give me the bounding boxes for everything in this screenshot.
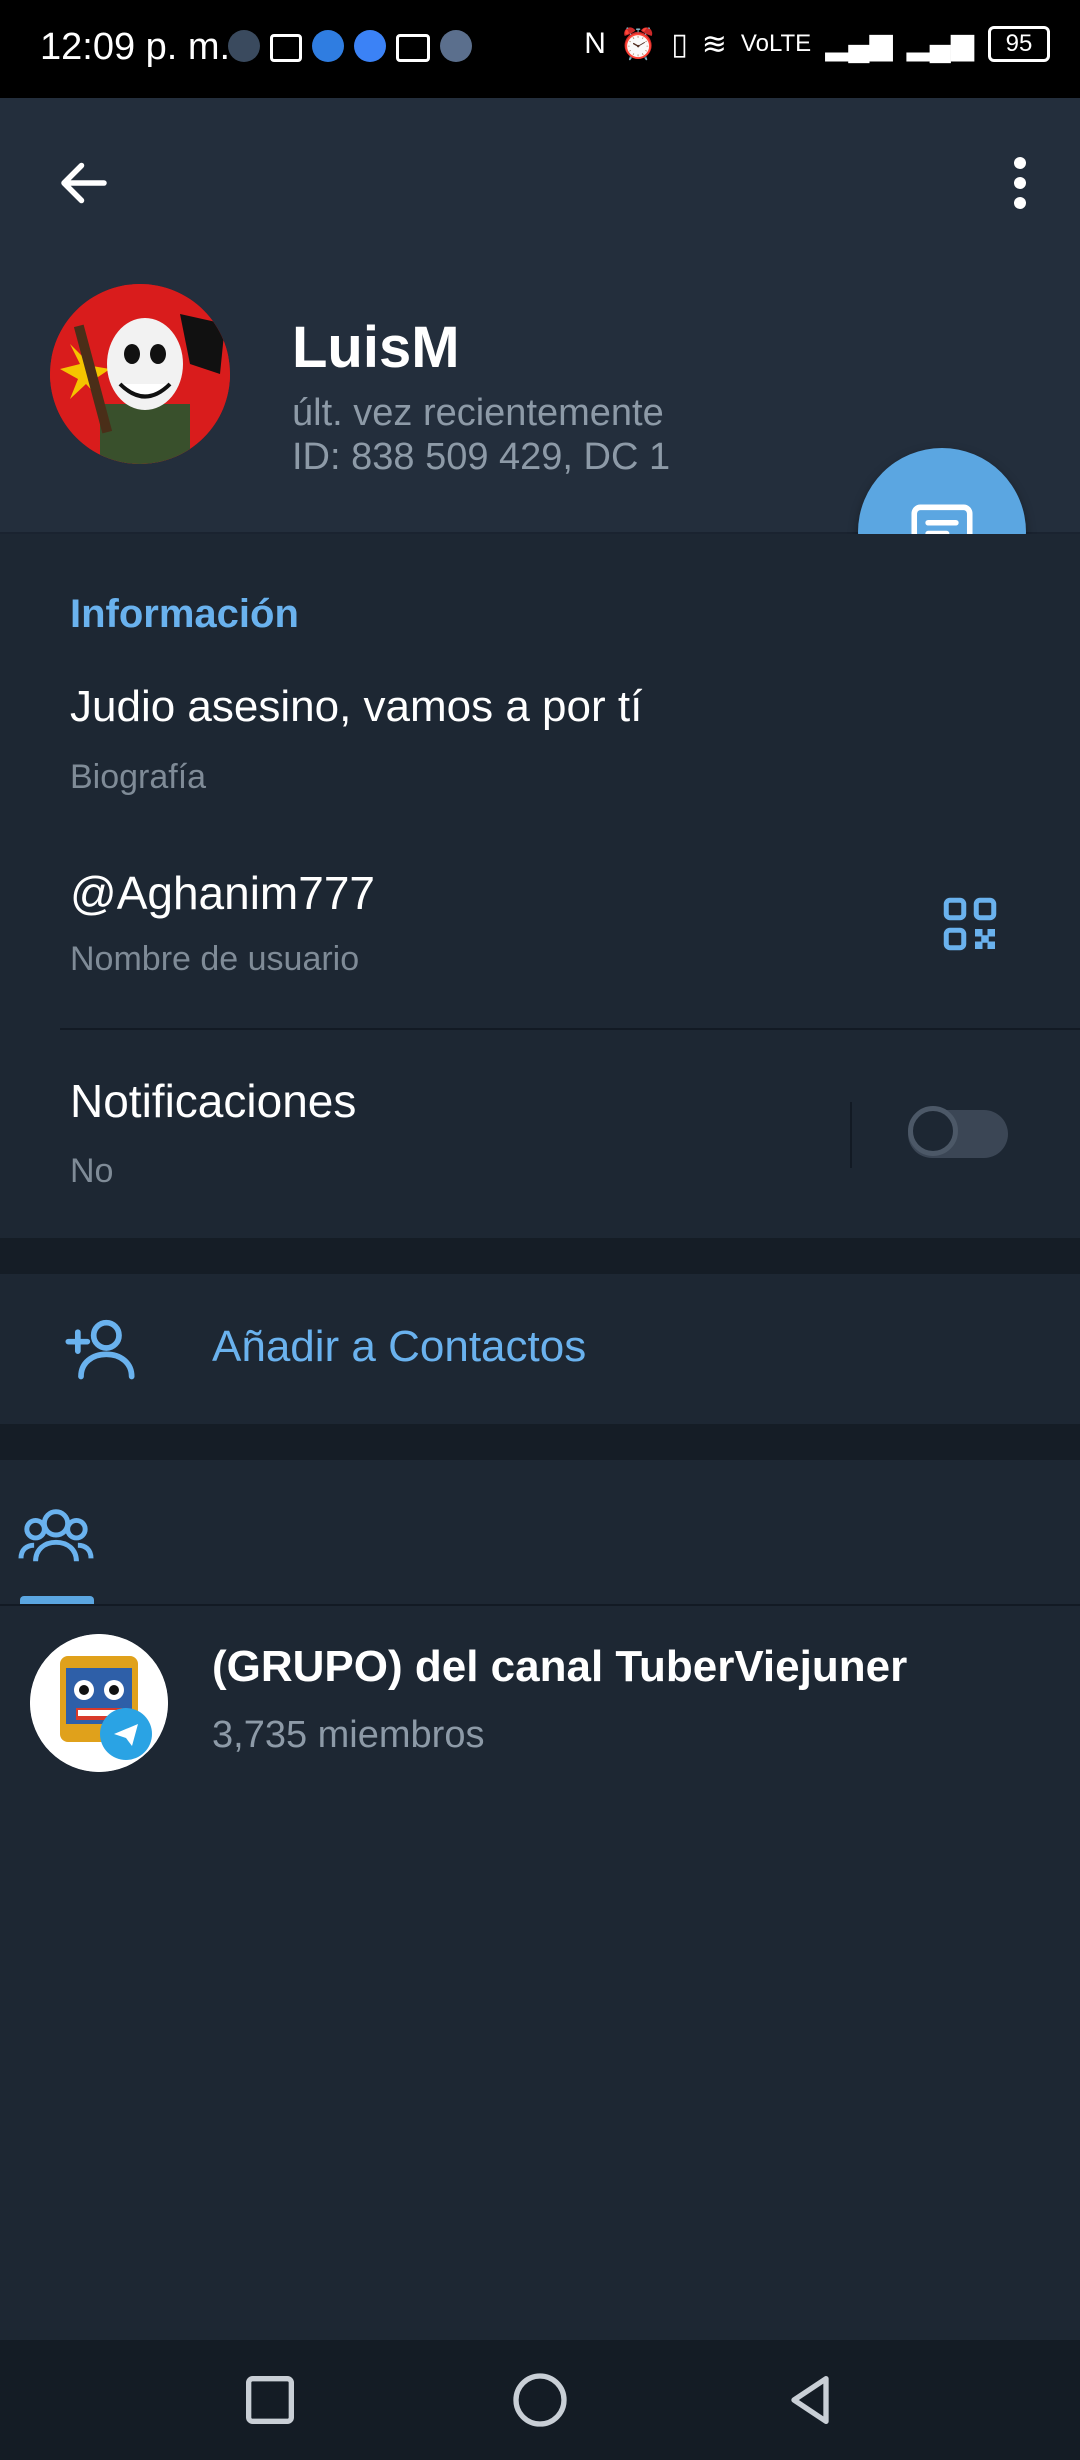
system-nav-bar <box>0 2340 1080 2460</box>
section-gap <box>0 1424 1080 1460</box>
group-member-count: 3,735 miembros <box>212 1714 485 1756</box>
message-notification-icon <box>312 30 344 62</box>
add-to-contacts-button[interactable]: Añadir a Contactos <box>0 1274 1080 1424</box>
back-triangle-icon[interactable] <box>778 2368 842 2432</box>
battery-icon: 95 <box>988 26 1050 62</box>
home-icon[interactable] <box>508 2368 572 2432</box>
username-text[interactable]: @Aghanim777 <box>70 866 375 920</box>
divider <box>60 1028 1080 1030</box>
notifications-toggle[interactable] <box>908 1106 1008 1158</box>
gmail-icon <box>396 34 430 62</box>
wifi-icon: ≋ <box>701 27 727 61</box>
signal-icon: ▂▄▆ <box>825 27 893 61</box>
notification-icons <box>228 30 472 62</box>
app-badge-icon <box>440 30 472 62</box>
bio-text[interactable]: Judio asesino, vamos a por tí <box>70 682 642 732</box>
username-label: Nombre de usuario <box>70 940 360 978</box>
app-notification-icon <box>228 30 260 62</box>
profile-name: LuisM <box>292 315 460 380</box>
add-to-contacts-label: Añadir a Contactos <box>212 1322 587 1371</box>
vertical-separator <box>850 1102 852 1168</box>
system-icons: N ⏰ ▯ ≋ VoLTE ▂▄▆ ▂▄▆ 95 <box>584 26 1050 62</box>
add-user-icon <box>65 1319 135 1380</box>
group-avatar <box>30 1634 168 1772</box>
notifications-value: No <box>70 1152 114 1190</box>
tab-active-indicator <box>20 1596 94 1604</box>
missed-call-icon <box>270 34 302 62</box>
bio-label: Biografía <box>70 758 207 796</box>
group-list-item[interactable]: (GRUPO) del canal TuberViejuner 3,735 mi… <box>0 1606 1080 1796</box>
last-seen-status: últ. vez recientemente <box>292 392 664 434</box>
qr-code-icon[interactable] <box>940 894 1000 954</box>
shared-tabs-bar <box>0 1460 1080 1606</box>
avatar-image <box>50 284 230 464</box>
section-gap <box>0 1238 1080 1274</box>
vibrate-icon: ▯ <box>671 27 688 61</box>
volte-label: VoLTE <box>740 30 812 57</box>
signal-icon-2: ▂▄▆ <box>906 27 974 61</box>
group-name: (GRUPO) del canal TuberViejuner <box>212 1642 908 1691</box>
clock-notification-icon <box>354 30 386 62</box>
nfc-icon: N <box>584 27 606 60</box>
recent-apps-icon[interactable] <box>238 2368 302 2432</box>
groups-icon[interactable] <box>18 1500 94 1570</box>
info-section: Información Judio asesino, vamos a por t… <box>0 534 1080 1238</box>
status-bar: 12:09 p. m. N ⏰ ▯ ≋ VoLTE ▂▄▆ ▂▄▆ 95 <box>0 0 1080 98</box>
more-vertical-icon[interactable] <box>1000 153 1040 213</box>
info-section-title: Información <box>70 592 299 636</box>
alarm-icon: ⏰ <box>619 27 658 61</box>
profile-avatar[interactable] <box>50 284 230 464</box>
notifications-title[interactable]: Notificaciones <box>70 1074 356 1128</box>
status-time: 12:09 p. m. <box>40 26 231 68</box>
toggle-knob <box>908 1106 958 1156</box>
group-avatar-image <box>30 1634 168 1772</box>
user-id: ID: 838 509 429, DC 1 <box>292 436 671 478</box>
back-arrow-icon[interactable] <box>54 153 114 213</box>
